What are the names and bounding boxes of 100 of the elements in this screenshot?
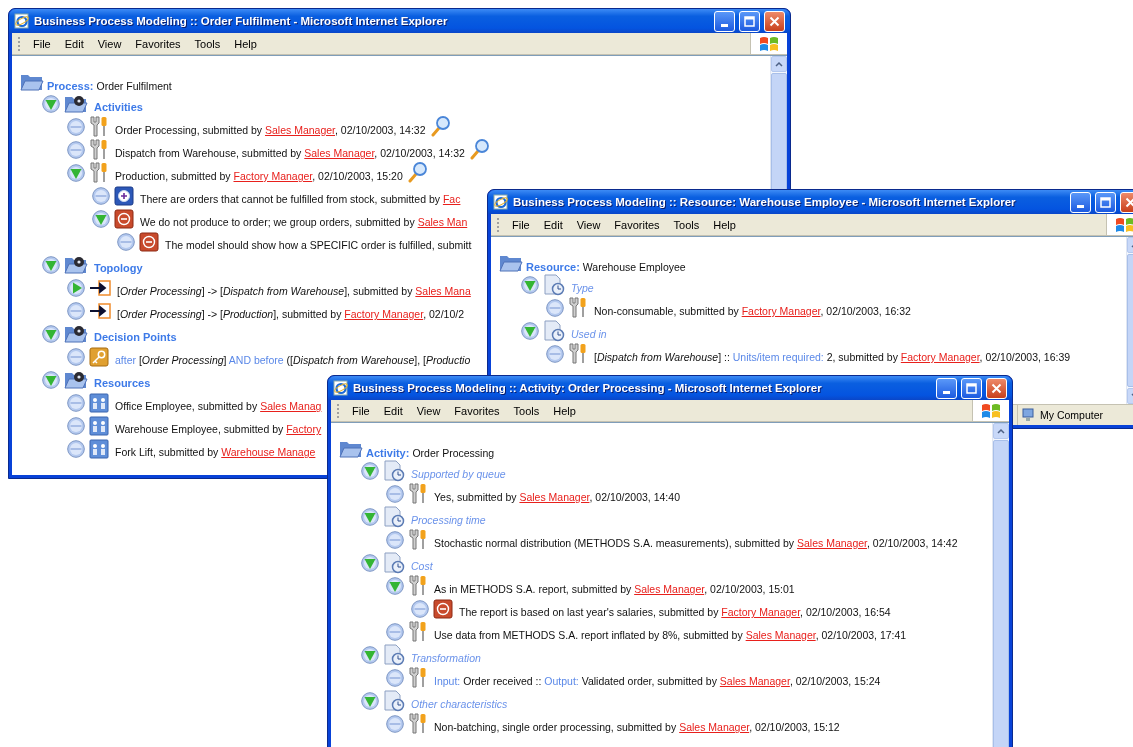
- close-icon: [769, 15, 780, 27]
- menu-item[interactable]: Edit: [376, 404, 410, 417]
- tools-icon: [568, 342, 588, 365]
- dash-circle-icon[interactable]: [386, 484, 404, 503]
- entry-text: Use data from METHODS S.A. report inflated by 8%, submitted by Sales Manager, 02/10/2003, 17:41: [434, 629, 907, 643]
- maximize-button[interactable]: [961, 377, 982, 399]
- author-link[interactable]: Sales Mana: [415, 285, 471, 297]
- menu-item[interactable]: Help: [227, 37, 264, 50]
- down-triangle-icon[interactable]: [361, 461, 379, 480]
- author-link[interactable]: Sales Man: [417, 216, 468, 228]
- close-icon: [1125, 196, 1133, 208]
- author-link[interactable]: Warehouse Manage: [221, 446, 316, 458]
- author-link[interactable]: Sales Manager: [796, 537, 867, 549]
- browser-icon: [493, 194, 509, 210]
- down-triangle-icon[interactable]: [42, 94, 60, 113]
- entry-text: Fork Lift, submitted by Warehouse Manage: [115, 446, 316, 460]
- dash-circle-icon[interactable]: [67, 439, 85, 458]
- magnifier-icon[interactable]: [406, 161, 429, 183]
- author-link[interactable]: Sales Manager: [745, 629, 816, 641]
- author-link[interactable]: Sales Manager: [679, 721, 750, 733]
- down-triangle-icon[interactable]: [361, 645, 379, 664]
- minus-icon: [139, 231, 159, 252]
- author-link[interactable]: Sales Manager: [265, 124, 336, 136]
- author-link[interactable]: Factory Manager: [344, 308, 424, 320]
- dash-circle-icon[interactable]: [386, 668, 404, 687]
- scrollbar[interactable]: [992, 423, 1009, 747]
- dash-circle-icon[interactable]: [117, 232, 135, 251]
- plus-icon: [114, 185, 134, 206]
- tools-icon: [408, 528, 428, 551]
- menu-item[interactable]: Favorites: [447, 404, 507, 417]
- menu-item[interactable]: View: [569, 218, 608, 231]
- entry-text: Order Processing, submitted by Sales Manager, 02/10/2003, 14:32: [115, 124, 426, 138]
- author-link[interactable]: Factory Manager: [721, 606, 801, 618]
- dash-circle-icon[interactable]: [67, 347, 85, 366]
- menu-item[interactable]: Edit: [536, 218, 570, 231]
- menu-item[interactable]: File: [505, 218, 537, 231]
- down-triangle-icon[interactable]: [521, 275, 539, 294]
- dash-circle-icon[interactable]: [92, 186, 110, 205]
- down-triangle-icon[interactable]: [67, 163, 85, 182]
- magnifier-icon[interactable]: [468, 138, 491, 160]
- down-triangle-icon[interactable]: [361, 507, 379, 526]
- entry-text: Dispatch from Warehouse, submitted by Sales Manager, 02/10/2003, 14:32: [115, 147, 465, 161]
- dash-circle-icon[interactable]: [67, 301, 85, 320]
- down-triangle-icon[interactable]: [92, 209, 110, 228]
- maximize-button[interactable]: [1095, 191, 1116, 213]
- dash-circle-icon[interactable]: [546, 298, 564, 317]
- author-link[interactable]: Sales Manager: [719, 675, 790, 687]
- down-triangle-icon[interactable]: [386, 576, 404, 595]
- section-heading: Activities: [94, 101, 143, 115]
- author-link[interactable]: Sales Manager: [634, 583, 705, 595]
- author-link[interactable]: Factory: [286, 423, 322, 435]
- disc-folder-icon: [64, 93, 88, 114]
- right-triangle-icon[interactable]: [67, 278, 85, 297]
- magnifier-icon[interactable]: [429, 115, 452, 137]
- minimize-button[interactable]: [1070, 191, 1091, 213]
- menu-item[interactable]: Favorites: [128, 37, 188, 50]
- menu-item[interactable]: Favorites: [607, 218, 667, 231]
- down-triangle-icon[interactable]: [42, 324, 60, 343]
- clock-document-icon: [383, 459, 405, 482]
- menu-item[interactable]: Edit: [57, 37, 91, 50]
- entry-text: Production, submitted by Factory Manager, 02/10/2003, 15:20: [115, 170, 403, 184]
- dash-circle-icon[interactable]: [386, 530, 404, 549]
- down-triangle-icon[interactable]: [42, 370, 60, 389]
- minimize-icon: [943, 390, 950, 394]
- dash-circle-icon[interactable]: [386, 714, 404, 733]
- browser-icon: [14, 13, 30, 29]
- minimize-button[interactable]: [936, 377, 957, 399]
- menu-item[interactable]: View: [90, 37, 129, 50]
- dash-circle-icon[interactable]: [386, 622, 404, 641]
- down-triangle-icon[interactable]: [42, 255, 60, 274]
- dash-circle-icon[interactable]: [67, 140, 85, 159]
- menu-item[interactable]: Tools: [506, 404, 547, 417]
- author-link[interactable]: Factory Manager: [233, 170, 313, 182]
- dash-circle-icon[interactable]: [411, 599, 429, 618]
- disc-folder-icon: [64, 323, 88, 344]
- tools-icon: [568, 296, 588, 319]
- maximize-button[interactable]: [739, 10, 760, 32]
- menu-item[interactable]: Tools: [187, 37, 228, 50]
- dash-circle-icon[interactable]: [67, 117, 85, 136]
- close-button[interactable]: [986, 377, 1007, 399]
- menu-item[interactable]: Tools: [666, 218, 707, 231]
- down-triangle-icon[interactable]: [361, 553, 379, 572]
- menu-item[interactable]: View: [409, 404, 448, 417]
- author-link[interactable]: Sales Manag: [260, 400, 322, 412]
- author-link[interactable]: Fac: [442, 193, 461, 205]
- dash-circle-icon[interactable]: [546, 344, 564, 363]
- menu-item[interactable]: File: [345, 404, 377, 417]
- down-triangle-icon[interactable]: [361, 691, 379, 710]
- close-button[interactable]: [764, 10, 785, 32]
- entry-text: We do not produce to order; we group orders, submitted by Sales Man: [140, 216, 468, 230]
- tools-icon: [408, 620, 428, 643]
- minimize-button[interactable]: [714, 10, 735, 32]
- menu-item[interactable]: Help: [706, 218, 743, 231]
- menu-item[interactable]: Help: [546, 404, 583, 417]
- down-triangle-icon[interactable]: [521, 321, 539, 340]
- dash-circle-icon[interactable]: [67, 393, 85, 412]
- menu-item[interactable]: File: [26, 37, 58, 50]
- author-link[interactable]: Factory Manager: [900, 351, 980, 363]
- entry-text: Yes, submitted by Sales Manager, 02/10/2003, 14:40: [434, 491, 680, 505]
- dash-circle-icon[interactable]: [67, 416, 85, 435]
